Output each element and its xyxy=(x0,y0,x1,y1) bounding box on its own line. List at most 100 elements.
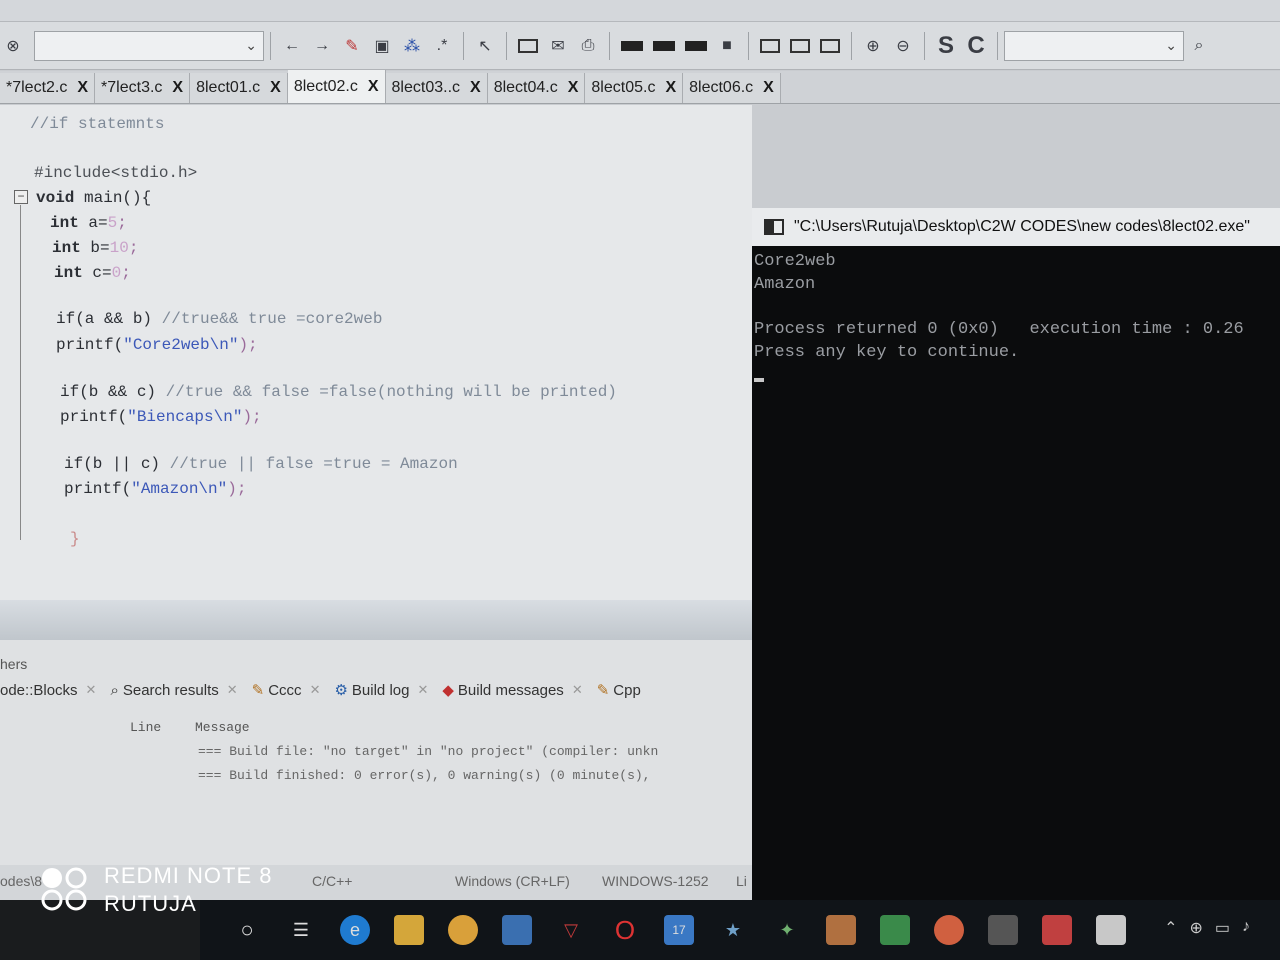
code-comment: //true&& true =core2web xyxy=(152,310,383,328)
layout-bar-icon[interactable] xyxy=(653,40,675,51)
chevron-up-icon[interactable]: ⌃ xyxy=(1164,918,1177,938)
close-icon[interactable]: X xyxy=(270,79,281,97)
code-editor[interactable]: − //if statemnts #include<stdio.h> void … xyxy=(0,105,752,640)
tab-codeblocks[interactable]: ode::Blocks ✕ xyxy=(0,682,96,699)
tab-8lect01[interactable]: 8lect01.c X xyxy=(190,73,288,103)
tab-build-log[interactable]: ⚙ Build log ✕ xyxy=(334,681,428,700)
close-circle-icon[interactable]: ⊗ xyxy=(2,35,24,57)
layout-bar-icon[interactable] xyxy=(685,40,707,51)
c-button[interactable]: C xyxy=(965,32,987,59)
tab-build-messages[interactable]: ◆ Build messages ✕ xyxy=(442,681,583,700)
store-icon[interactable] xyxy=(502,915,532,945)
panel-icon[interactable] xyxy=(820,38,840,53)
console-title: "C:\Users\Rutuja\Desktop\C2W CODES\new c… xyxy=(794,218,1250,235)
file-explorer-icon[interactable] xyxy=(394,915,424,945)
number-literal: 5 xyxy=(107,214,118,232)
layout-bar-icon[interactable] xyxy=(621,40,643,51)
tab-label: Cccc xyxy=(268,681,302,699)
dual-camera-logo xyxy=(41,867,87,911)
panel-icon[interactable] xyxy=(790,38,810,53)
window-app-icon[interactable] xyxy=(1096,915,1126,945)
code-text: if(a && b) xyxy=(56,310,153,328)
stamp-icon[interactable]: ▣ xyxy=(371,35,393,57)
tab-label: 8lect03..c xyxy=(391,79,461,96)
search-icon[interactable]: ⌕ xyxy=(1188,35,1210,57)
window-icon[interactable] xyxy=(518,38,538,53)
globe-icon[interactable]: ⊕ xyxy=(1189,918,1202,938)
log-message: === Build finished: 0 error(s), 0 warnin… xyxy=(198,768,651,783)
close-icon[interactable]: X xyxy=(763,79,774,97)
zoom-in-icon[interactable]: ⊕ xyxy=(862,35,884,57)
symbol-combo[interactable]: ⌄ xyxy=(1004,30,1184,61)
volume-icon[interactable]: ♪ xyxy=(1242,918,1250,938)
tab-label: Build messages xyxy=(457,681,564,699)
tiles-icon[interactable] xyxy=(1042,915,1072,945)
close-icon[interactable]: X xyxy=(665,79,676,97)
target-combo[interactable]: ⌄ xyxy=(34,30,264,61)
regex-icon[interactable]: .* xyxy=(431,35,453,57)
close-icon[interactable]: X xyxy=(368,78,379,96)
fullscreen-icon[interactable]: ■ xyxy=(716,35,738,57)
code-text: ); xyxy=(238,336,258,354)
circle-app-icon[interactable] xyxy=(934,915,964,945)
search-circle-icon[interactable]: ○ xyxy=(232,915,262,945)
document-icon[interactable]: ⎙ xyxy=(577,35,599,57)
cube-icon[interactable] xyxy=(880,915,910,945)
tab-8lect04[interactable]: 8lect04.c X xyxy=(487,73,586,103)
zoom-out-icon[interactable]: ⊖ xyxy=(892,35,914,57)
string-literal: "Biencaps\n" xyxy=(127,408,243,426)
tab-8lect06[interactable]: 8lect06.c X xyxy=(683,73,781,103)
replace-icon[interactable]: ⁂ xyxy=(401,35,423,57)
close-icon[interactable]: X xyxy=(470,79,481,97)
tab-8lect05[interactable]: 8lect05.c X xyxy=(585,73,684,103)
logs-panel: hers ode::Blocks ✕ ⌕ Search results ✕ ✎ Cccc… xyxy=(0,640,752,865)
close-icon[interactable]: X xyxy=(172,79,183,97)
app-icon[interactable]: ▽ xyxy=(556,915,586,945)
close-icon[interactable]: X xyxy=(568,79,579,97)
tab-search-results[interactable]: ⌕ Search results ✕ xyxy=(110,682,237,699)
panel-icon[interactable] xyxy=(760,38,780,53)
cursor-icon[interactable]: ↖ xyxy=(474,35,496,57)
toolbar-separator xyxy=(609,31,610,60)
fold-toggle-icon[interactable]: − xyxy=(14,190,28,204)
arrow-left-icon[interactable]: ← xyxy=(281,35,303,57)
console-cursor xyxy=(754,378,764,382)
search-icon: ⌕ xyxy=(110,681,119,699)
opera-icon[interactable]: O xyxy=(610,915,640,945)
close-icon[interactable]: ✕ xyxy=(417,682,428,698)
codeblocks-icon[interactable]: ✦ xyxy=(772,915,802,945)
console-line: Press any key to continue. xyxy=(754,343,1020,362)
arrow-right-icon[interactable]: → xyxy=(311,35,333,57)
code-line: #include<stdio.h> xyxy=(34,164,198,182)
close-icon[interactable]: ✕ xyxy=(227,682,238,698)
close-icon[interactable]: ✕ xyxy=(86,682,97,698)
s-button[interactable]: S xyxy=(935,32,957,59)
task-view-icon[interactable]: ☰ xyxy=(286,915,316,945)
tab-8lect03[interactable]: 8lect03..c X xyxy=(385,73,488,103)
highlight-icon[interactable]: ✎ xyxy=(341,35,363,57)
tab-label: Cpp xyxy=(613,681,641,699)
close-icon[interactable]: ✕ xyxy=(572,682,583,698)
keyword: void xyxy=(36,189,75,207)
console-title-bar[interactable]: "C:\Users\Rutuja\Desktop\C2W CODES\new c… xyxy=(752,208,1280,246)
mail-icon[interactable]: ✉ xyxy=(547,35,569,57)
tab-cccc[interactable]: ✎ Cccc ✕ xyxy=(252,681,321,700)
tab-7lect3[interactable]: *7lect3.c X xyxy=(95,73,191,103)
console-app-icon[interactable] xyxy=(988,915,1018,945)
edge-icon[interactable]: e xyxy=(340,915,370,945)
chrome-icon[interactable] xyxy=(448,915,478,945)
toolbar-separator xyxy=(748,31,749,60)
console-window[interactable]: "C:\Users\Rutuja\Desktop\C2W CODES\new c… xyxy=(752,208,1280,900)
app-square-icon[interactable] xyxy=(826,915,856,945)
tab-cpp[interactable]: ✎ Cpp xyxy=(597,681,641,700)
status-encoding: WINDOWS-1252 xyxy=(602,873,709,889)
close-icon[interactable]: X xyxy=(77,79,88,97)
close-icon[interactable]: ✕ xyxy=(310,682,321,698)
python-icon[interactable]: ★ xyxy=(718,915,748,945)
log-tabs: ode::Blocks ✕ ⌕ Search results ✕ ✎ Cccc ✕ ⚙ Bu… xyxy=(0,676,655,704)
battery-icon[interactable]: ▭ xyxy=(1215,918,1230,938)
mail-icon[interactable]: 17 xyxy=(664,915,694,945)
tab-8lect02[interactable]: 8lect02.c X xyxy=(287,70,386,103)
tab-7lect2[interactable]: *7lect2.c X xyxy=(0,73,96,103)
code-text: if(b || c) xyxy=(64,455,161,473)
